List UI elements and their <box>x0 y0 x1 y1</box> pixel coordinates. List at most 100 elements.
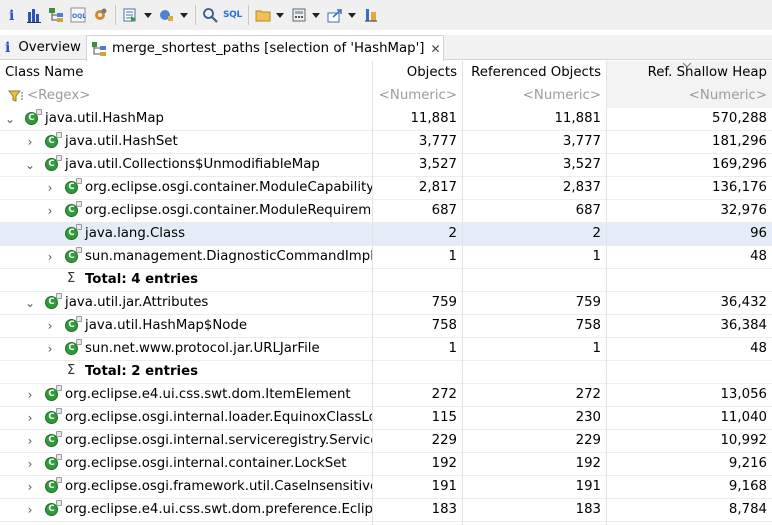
class-name: org.eclipse.e4.ui.css.swt.dom.preference… <box>65 502 372 517</box>
heap-cell: 136,176 <box>712 180 767 195</box>
objects-cell: 115 <box>431 410 457 425</box>
objects-cell: 687 <box>431 203 457 218</box>
tab-merge-shortest-paths[interactable]: merge_shortest_paths [selection of 'Hash… <box>86 35 444 61</box>
ref-objects-cell: 3,777 <box>562 134 601 149</box>
heap-dump-overview-button[interactable] <box>91 4 109 26</box>
ref-objects-cell: 2 <box>592 226 601 241</box>
tab-label: Overview <box>18 40 81 55</box>
objects-cell: 3,777 <box>418 134 457 149</box>
class-name: org.eclipse.osgi.container.ModuleCapabil… <box>85 180 372 195</box>
class-name: sun.management.DiagnosticCommandImpl <box>85 249 372 264</box>
reports-button[interactable] <box>121 4 139 26</box>
folder-icon <box>255 10 271 22</box>
ref-objects-cell: 272 <box>575 387 601 402</box>
table-row[interactable]: › Corg.eclipse.osgi.internal.loader.Equin… <box>0 407 772 430</box>
table-row[interactable]: › Corg.eclipse.osgi.internal.serviceregis… <box>0 430 772 453</box>
heap-cell: 10,992 <box>720 433 767 448</box>
table-row[interactable]: › Corg.eclipse.osgi.container.ModuleCapab… <box>0 177 772 200</box>
table-row[interactable]: › Corg.eclipse.e4.ui.css.swt.dom.preferen… <box>0 499 772 522</box>
table-row[interactable]: › Csun.management.DiagnosticCommandImpl 1 1… <box>0 246 772 269</box>
class-name: org.eclipse.osgi.container.ModuleRequire… <box>85 203 372 218</box>
oql-button[interactable]: OQL <box>69 4 87 26</box>
class-name-cell: Corg.eclipse.osgi.container.ModuleRequir… <box>0 200 372 222</box>
column-header-class-name[interactable]: Class Name <box>0 61 372 84</box>
class-name-cell: Cjava.util.HashMap$Node <box>0 315 372 337</box>
tab-label: merge_shortest_paths [selection of 'Hash… <box>112 41 425 56</box>
filter-referenced-objects-input[interactable]: <Numeric> <box>462 84 606 108</box>
calculate-retained-button[interactable] <box>290 4 308 26</box>
objects-cell: 191 <box>431 479 457 494</box>
table-row[interactable]: › Corg.eclipse.osgi.container.ModuleRequi… <box>0 200 772 223</box>
bar-chart-icon <box>27 9 41 23</box>
heap-cell: 48 <box>750 341 767 356</box>
table-row[interactable]: › Corg.eclipse.osgi.internal.container.Lo… <box>0 453 772 476</box>
export-dropdown[interactable] <box>348 4 357 26</box>
heap-cell: 570,288 <box>712 111 767 126</box>
total-row[interactable]: Σ Total: 4 entries <box>0 269 772 292</box>
class-name: java.util.HashMap$Node <box>85 318 248 333</box>
query-browser-dropdown[interactable] <box>179 4 188 26</box>
dominator-tree-button[interactable] <box>47 4 65 26</box>
tab-overview[interactable]: i Overview <box>0 35 88 60</box>
close-tab-icon[interactable]: ✕ <box>430 42 440 56</box>
group-by-button[interactable] <box>254 4 272 26</box>
table-row[interactable]: Cjava.lang.Class 2 2 96 <box>0 223 772 246</box>
class-name-cell: Corg.eclipse.osgi.framework.util.CaseIns… <box>0 476 372 498</box>
ref-objects-cell: 191 <box>575 479 601 494</box>
info-icon: i <box>9 8 14 23</box>
histogram-button[interactable] <box>25 4 43 26</box>
reports-dropdown[interactable] <box>143 4 152 26</box>
table-row[interactable]: › Corg.eclipse.e4.ui.css.swt.dom.ItemElem… <box>0 384 772 407</box>
column-header-referenced-objects[interactable]: Referenced Objects <box>462 61 606 84</box>
export-button[interactable] <box>326 4 344 26</box>
pin-button[interactable] <box>362 4 380 26</box>
class-icon: C <box>65 224 82 241</box>
objects-cell: 759 <box>431 295 457 310</box>
report-icon <box>123 8 136 22</box>
filter-class-name-input[interactable]: <Regex> <box>22 84 372 108</box>
heap-cell: 9,168 <box>728 479 767 494</box>
find-object-button[interactable] <box>201 4 219 26</box>
objects-cell: 229 <box>431 433 457 448</box>
class-name-cell: Cjava.util.Collections$UnmodifiableMap <box>0 154 372 176</box>
heap-cell <box>606 269 772 291</box>
ref-objects-cell: 1 <box>592 341 601 356</box>
class-name: java.lang.Class <box>85 226 186 241</box>
class-icon: C <box>45 431 62 448</box>
table-row[interactable]: ⌄ Cjava.util.jar.Attributes 759 759 36,432 <box>0 292 772 315</box>
class-name-cell: Corg.eclipse.osgi.internal.loader.Equino… <box>0 407 372 429</box>
heap-cell: 8,784 <box>728 502 767 517</box>
column-divider <box>372 61 373 525</box>
calculate-retained-dropdown[interactable] <box>312 4 321 26</box>
class-name: java.util.HashMap <box>45 111 164 126</box>
objects-cell: 3,527 <box>418 157 457 172</box>
query-browser-button[interactable] <box>157 4 175 26</box>
table-row[interactable]: › Cjava.util.HashSet 3,777 3,777 181,296 <box>0 131 772 154</box>
filter-ref-shallow-heap-input[interactable]: <Numeric> <box>606 84 772 108</box>
class-icon: C <box>45 500 62 517</box>
table-row[interactable]: ⌄ Cjava.util.HashMap 11,881 11,881 570,288 <box>0 108 772 131</box>
table-row[interactable]: › Corg.eclipse.osgi.framework.util.CaseIn… <box>0 476 772 499</box>
sql-button[interactable]: SQL <box>223 4 242 26</box>
filter-objects-input[interactable]: <Numeric> <box>372 84 462 108</box>
class-name-cell: Corg.eclipse.osgi.internal.container.Loc… <box>0 453 372 475</box>
sql-icon: SQL <box>223 10 242 20</box>
class-name-cell: Cjava.util.HashMap <box>0 108 372 130</box>
class-icon: C <box>65 247 82 264</box>
table-row[interactable]: › Cjava.util.HashMap$Node 758 758 36,384 <box>0 315 772 338</box>
class-icon: C <box>65 316 82 333</box>
ref-objects-cell <box>462 361 606 383</box>
ref-objects-cell: 1 <box>592 249 601 264</box>
toolbar: i OQL SQL <box>0 0 772 30</box>
column-header-objects[interactable]: Objects <box>372 61 462 84</box>
group-by-dropdown[interactable] <box>276 4 285 26</box>
class-icon: C <box>25 109 42 126</box>
total-row[interactable]: Σ Total: 2 entries <box>0 361 772 384</box>
class-name: org.eclipse.osgi.internal.container.Lock… <box>65 456 347 471</box>
table-row[interactable]: ⌄ Cjava.util.Collections$UnmodifiableMap 3… <box>0 154 772 177</box>
class-name-cell: Cjava.util.jar.Attributes <box>0 292 372 314</box>
overview-info-button[interactable]: i <box>3 4 21 26</box>
table-row[interactable]: › Csun.net.www.protocol.jar.URLJarFile 1 1 4… <box>0 338 772 361</box>
ref-objects-cell: 183 <box>575 502 601 517</box>
class-name-cell: Cjava.lang.Class <box>0 223 372 245</box>
